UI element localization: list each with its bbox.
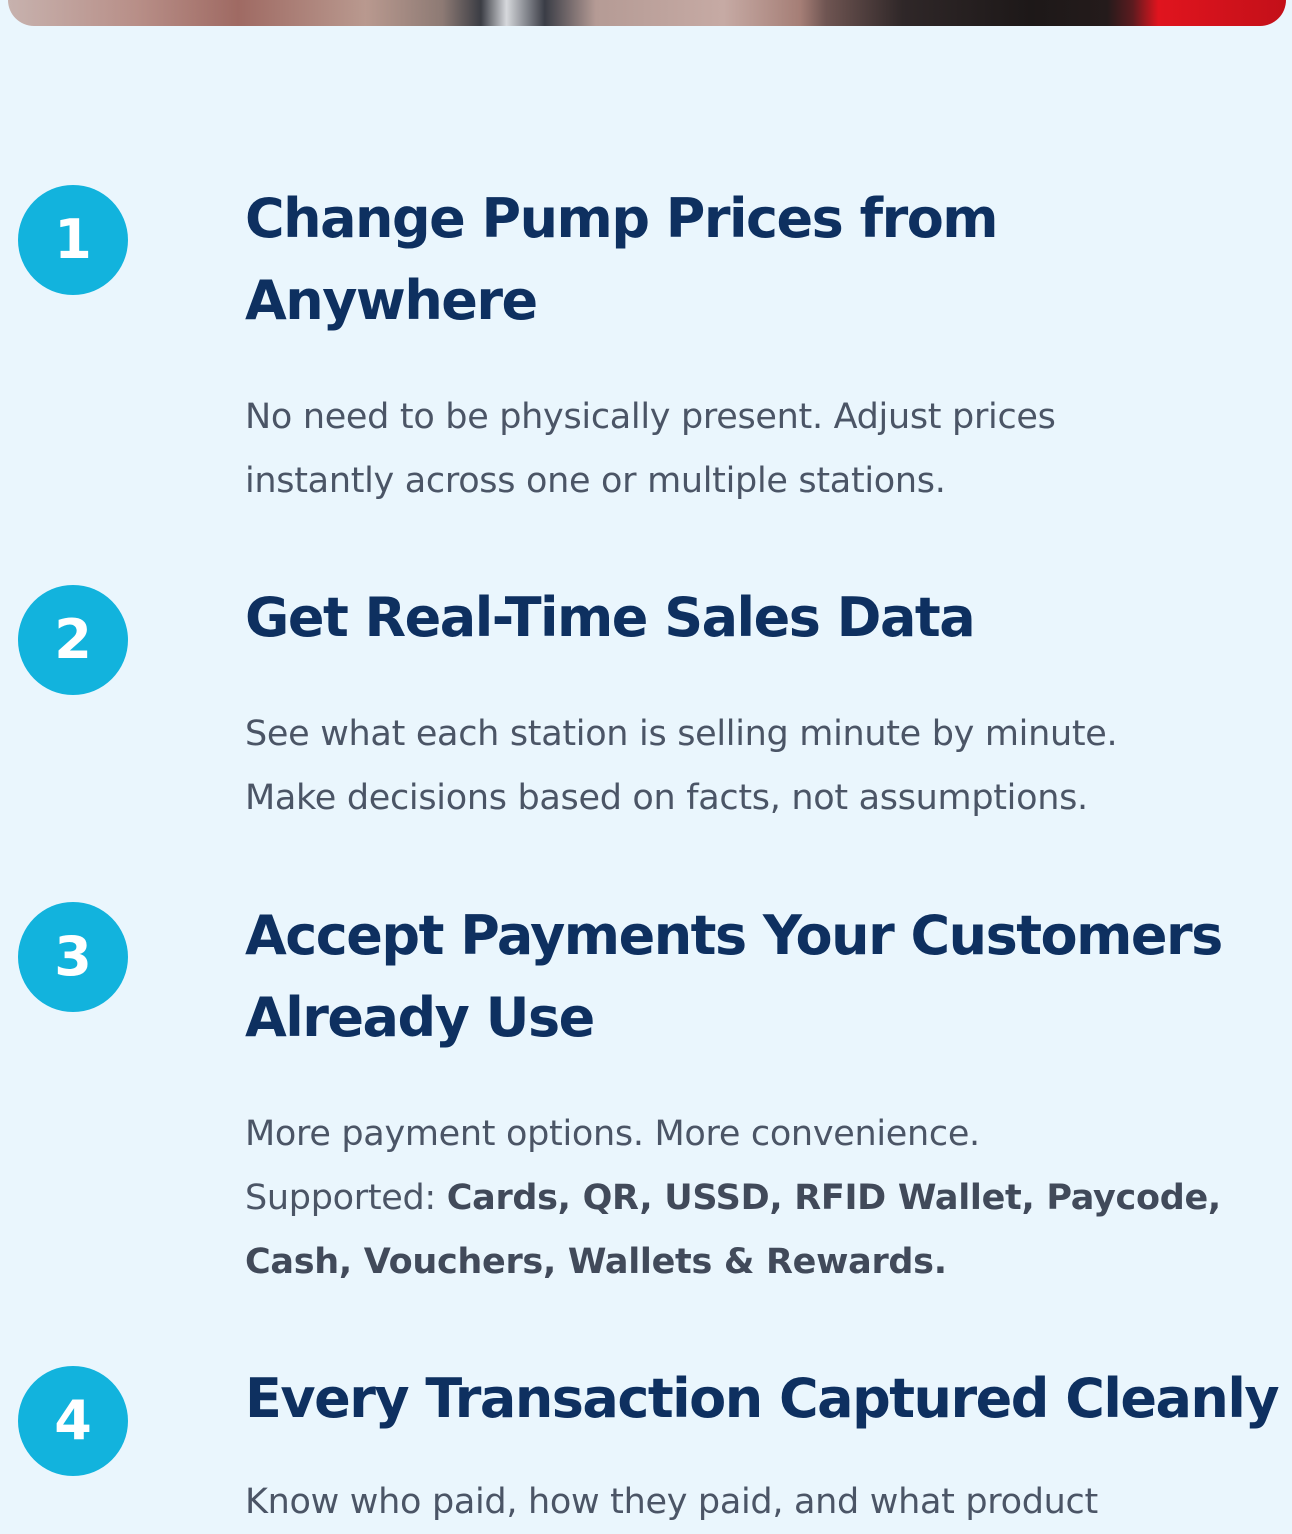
step-title-line: Accept Payments Your Customers (245, 904, 1223, 967)
step-description-line: See what each station is selling minute … (245, 714, 1118, 754)
step-title-line: Change Pump Prices from (245, 187, 999, 250)
step-title-line: Every Transaction Captured Cleanly (245, 1367, 1280, 1430)
supported-payments-line: Supported: Cards, QR, USSD, RFID Wallet,… (245, 1166, 1285, 1230)
step-description: Know who paid, how they paid, and what p… (245, 1470, 1285, 1534)
step-description: See what each station is selling minute … (245, 702, 1285, 830)
step-title: Accept Payments Your Customers Already U… (245, 895, 1285, 1059)
step-title-line: Already Use (245, 986, 595, 1049)
step-number-badge: 1 (18, 185, 128, 295)
step-title-line: Anywhere (245, 269, 538, 332)
step-title: Get Real-Time Sales Data (245, 577, 1285, 659)
step-number-badge: 4 (18, 1366, 128, 1476)
step-title-line: Get Real-Time Sales Data (245, 586, 976, 649)
supported-methods: Cash, Vouchers, Wallets & Rewards. (245, 1242, 947, 1282)
step-description-line: More payment options. More convenience. (245, 1114, 980, 1154)
step-title: Change Pump Prices from Anywhere (245, 178, 1285, 342)
hero-image (8, 0, 1286, 26)
step-description-line: Make decisions based on facts, not assum… (245, 778, 1088, 818)
supported-label: Supported: (245, 1178, 447, 1218)
step-description-line: Know who paid, how they paid, and what p… (245, 1482, 1098, 1522)
step-description: More payment options. More convenience. … (245, 1102, 1285, 1294)
step-number-badge: 2 (18, 585, 128, 695)
supported-methods: Cards, QR, USSD, RFID Wallet, Paycode, (446, 1178, 1221, 1218)
step-title: Every Transaction Captured Cleanly (245, 1358, 1285, 1440)
step-number-badge: 3 (18, 902, 128, 1012)
step-description: No need to be physically present. Adjust… (245, 385, 1285, 513)
step-description-line: instantly across one or multiple station… (245, 461, 946, 501)
supported-payments-line: Cash, Vouchers, Wallets & Rewards. (245, 1230, 1285, 1294)
step-description-line: No need to be physically present. Adjust… (245, 397, 1056, 437)
